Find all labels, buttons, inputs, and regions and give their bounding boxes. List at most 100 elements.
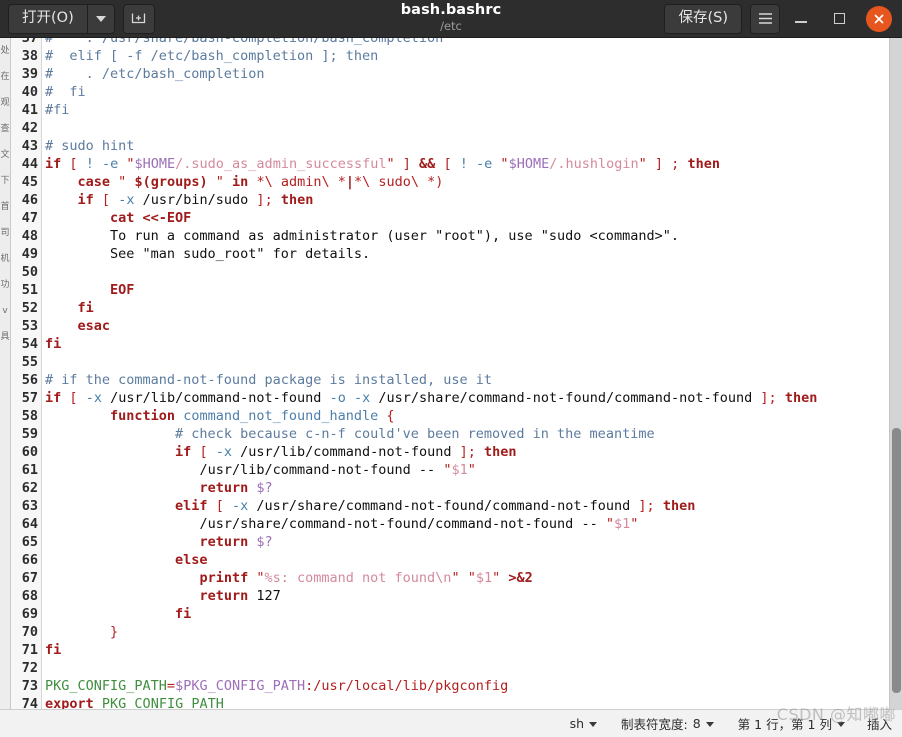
code-line[interactable]: # if the command-not-found package is in… <box>42 371 902 389</box>
line-number: 73 <box>21 678 38 694</box>
line-number: 46 <box>21 192 38 208</box>
code-line[interactable]: # . /usr/share/bash-completion/bash_comp… <box>42 38 902 47</box>
code-line[interactable]: export PKG_CONFIG_PATH <box>42 695 902 709</box>
code-token: " <box>638 156 647 172</box>
code-token: -e <box>101 156 119 172</box>
code-line[interactable]: return $? <box>42 533 902 551</box>
language-mode-selector[interactable]: sh <box>558 716 609 731</box>
code-line[interactable]: function command_not_found_handle { <box>42 407 902 425</box>
code-line[interactable]: PKG_CONFIG_PATH=$PKG_CONFIG_PATH:/usr/lo… <box>42 677 902 695</box>
code-line[interactable]: See "man sudo_root" for details. <box>42 245 902 263</box>
code-line[interactable] <box>42 353 902 371</box>
code-token: return <box>199 588 249 604</box>
code-line[interactable]: To run a command as administrator (user … <box>42 227 902 245</box>
code-token: $1 <box>451 462 468 478</box>
line-number: 45 <box>21 174 38 190</box>
code-line[interactable]: # elif [ -f /etc/bash_completion ]; then <box>42 47 902 65</box>
code-line[interactable]: /usr/share/command-not-found/command-not… <box>42 515 902 533</box>
code-line[interactable]: else <box>42 551 902 569</box>
background-window-glyph: 查 <box>0 124 10 134</box>
line-number: 58 <box>21 408 38 424</box>
minimize-icon <box>795 21 807 23</box>
code-token: " <box>467 462 476 478</box>
code-line[interactable]: return 127 <box>42 587 902 605</box>
maximize-button[interactable] <box>822 2 856 36</box>
code-line[interactable] <box>42 119 902 137</box>
code-token: :/usr/local/lib/pkgconfig <box>305 678 509 694</box>
code-line[interactable]: esac <box>42 317 902 335</box>
code-token: && <box>419 156 436 172</box>
code-token: if <box>45 156 62 172</box>
save-button[interactable]: 保存(S) <box>664 3 742 34</box>
open-dropdown-button[interactable] <box>86 3 115 34</box>
code-token: $1 <box>614 516 631 532</box>
code-line[interactable]: EOF <box>42 281 902 299</box>
code-token: return <box>199 480 249 496</box>
code-token: ] <box>638 498 647 514</box>
code-line[interactable]: fi <box>42 605 902 623</box>
close-button[interactable] <box>866 5 892 32</box>
code-line[interactable]: if [ -x /usr/lib/command-not-found -o -x… <box>42 389 902 407</box>
code-token: $? <box>256 480 273 496</box>
code-token: else <box>175 552 208 568</box>
cursor-position-label: 第 1 行，第 1 列 <box>737 717 832 732</box>
code-token: fi <box>45 642 62 658</box>
code-line[interactable] <box>42 263 902 281</box>
line-number: 57 <box>21 390 38 406</box>
code-line[interactable]: return $? <box>42 479 902 497</box>
background-window-glyph: 下 <box>0 176 10 186</box>
code-line[interactable]: if [ ! -e "$HOME/.sudo_as_admin_successf… <box>42 155 902 173</box>
tab-width-selector[interactable]: 制表符宽度: 8 <box>609 714 726 733</box>
new-document-button[interactable] <box>122 3 155 34</box>
code-token: then <box>784 390 818 406</box>
vertical-scrollbar[interactable] <box>889 38 902 709</box>
code-token: PKG_CONFIG_PATH <box>101 696 224 709</box>
code-line[interactable]: if [ -x /usr/bin/sudo ]; then <box>42 191 902 209</box>
chevron-down-icon <box>589 722 597 727</box>
cursor-position-indicator[interactable]: 第 1 行，第 1 列 <box>726 714 857 733</box>
code-line[interactable]: if [ -x /usr/lib/command-not-found ]; th… <box>42 443 902 461</box>
code-line[interactable]: elif [ -x /usr/share/command-not-found/c… <box>42 497 902 515</box>
background-window-glyph: 功 <box>0 280 10 290</box>
code-line[interactable]: #fi <box>42 101 902 119</box>
vertical-scrollbar-thumb[interactable] <box>892 428 901 693</box>
code-token: PKG_CONFIG_PATH <box>45 678 167 694</box>
code-line[interactable]: fi <box>42 335 902 353</box>
line-number: 74 <box>21 696 38 709</box>
code-line[interactable]: cat <<-EOF <box>42 209 902 227</box>
code-line[interactable]: # check because c-n-f could've been remo… <box>42 425 902 443</box>
line-number: 60 <box>21 444 38 460</box>
open-button[interactable]: 打开(O) <box>8 3 87 34</box>
code-line[interactable]: } <box>42 623 902 641</box>
minimize-button[interactable] <box>784 2 818 36</box>
line-number: 63 <box>21 498 38 514</box>
code-token: return <box>199 534 249 550</box>
code-token: $PKG_CONFIG_PATH <box>175 678 306 694</box>
editor-area: 处在观查文下首司机功 v 具 37 38 39 40 41 42 43 44 45 46 47 48 49 5… <box>0 38 902 709</box>
main-menu-button[interactable] <box>750 3 780 34</box>
code-token: [ <box>69 390 78 406</box>
insert-mode-indicator[interactable]: 插入 <box>857 714 896 733</box>
code-line[interactable]: # fi <box>42 83 902 101</box>
code-token: [ <box>199 444 208 460</box>
code-token: { <box>386 408 395 424</box>
code-line[interactable]: # . /etc/bash_completion <box>42 65 902 83</box>
code-line[interactable]: printf "%s: command not found\n" "$1" >&… <box>42 569 902 587</box>
code-text-area[interactable]: # . /usr/share/bash-completion/bash_comp… <box>42 38 902 709</box>
code-line[interactable] <box>42 659 902 677</box>
code-token: ; <box>264 192 273 208</box>
code-line[interactable]: fi <box>42 299 902 317</box>
code-line[interactable]: case " $(groups) " in *\ admin\ *|*\ sud… <box>42 173 902 191</box>
code-token: See "man sudo_root" for details. <box>45 246 371 262</box>
code-line[interactable]: # sudo hint <box>42 137 902 155</box>
code-line[interactable]: fi <box>42 641 902 659</box>
code-line[interactable]: /usr/lib/command-not-found -- "$1" <box>42 461 902 479</box>
line-number: 64 <box>21 516 38 532</box>
